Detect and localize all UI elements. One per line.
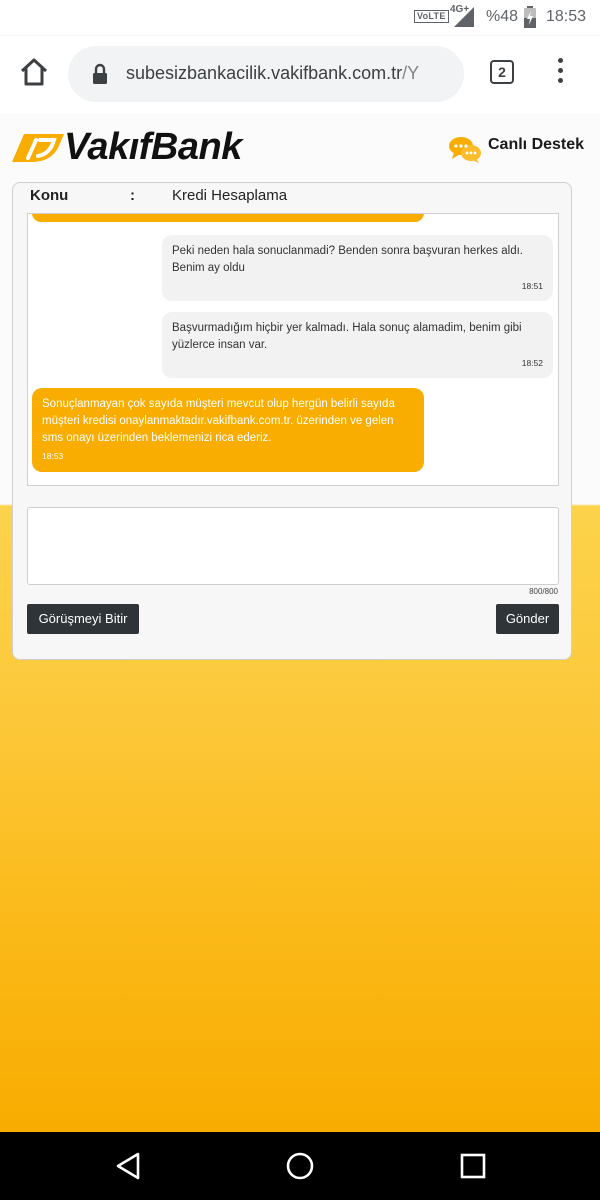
home-circle-icon[interactable] (285, 1151, 315, 1181)
chat-bubbles-icon[interactable] (448, 134, 482, 164)
live-support-link[interactable]: Canlı Destek (488, 136, 584, 154)
battery-percent: %48 (486, 8, 519, 25)
subject-label: Konu (30, 187, 69, 204)
send-button[interactable]: Gönder (496, 604, 559, 634)
message-text: Başvurmadığım hiçbir yer kalmadı. Hala s… (172, 322, 522, 351)
volte-indicator: VoLTE (414, 10, 449, 23)
system-nav-bar (0, 1132, 600, 1200)
url-text: subesizbankacilik.vakifbank.com.tr/Y (126, 63, 454, 84)
recents-icon[interactable] (459, 1151, 487, 1181)
page-content: VakıfBank Canlı Destek Konu : Kredi Hesa… (0, 114, 600, 1132)
clock: 18:53 (546, 8, 587, 25)
message-time: 18:52 (521, 358, 543, 368)
browser-toolbar: subesizbankacilik.vakifbank.com.tr/Y 2 (0, 36, 600, 114)
battery-charging-icon (524, 6, 536, 28)
message-list[interactable]: Peki neden hala sonuclanmadi? Benden son… (27, 213, 559, 486)
brand-name: VakıfBank (64, 126, 242, 168)
customer-message: Başvurmadığım hiçbir yer kalmadı. Hala s… (162, 312, 553, 378)
url-domain: subesizbankacilik.vakifbank.com.tr (126, 63, 403, 83)
subject-separator: : (130, 187, 135, 204)
vakifbank-logo-icon (12, 134, 64, 162)
back-icon[interactable] (114, 1151, 142, 1181)
end-chat-button[interactable]: Görüşmeyi Bitir (27, 604, 139, 634)
chat-panel: Konu : Kredi Hesaplama Peki neden hala s… (12, 182, 572, 660)
char-counter: 800/800 (529, 587, 558, 596)
network-type: 4G+ (450, 4, 470, 15)
url-path: /Y (402, 63, 420, 83)
customer-message: Peki neden hala sonuclanmadi? Benden son… (162, 235, 553, 301)
status-bar: VoLTE 4G+ %48 18:53 (0, 0, 600, 36)
message-time: 18:53 (42, 451, 64, 461)
home-icon[interactable] (18, 56, 50, 88)
subject-value: Kredi Hesaplama (172, 187, 288, 204)
lock-icon (93, 63, 107, 84)
address-bar[interactable]: subesizbankacilik.vakifbank.com.tr/Y (68, 46, 464, 102)
overflow-menu-icon[interactable] (552, 58, 568, 88)
agent-message: Sonuçlanmayan çok sayıda müşteri mevcut … (32, 388, 424, 472)
message-time: 18:51 (521, 281, 543, 291)
message-input[interactable] (27, 507, 559, 585)
agent-message-partial (32, 214, 424, 222)
tab-switcher-button[interactable]: 2 (490, 60, 514, 84)
message-text: Sonuçlanmayan çok sayıda müşteri mevcut … (42, 398, 395, 444)
message-text: Peki neden hala sonuclanmadi? Benden son… (172, 245, 523, 274)
